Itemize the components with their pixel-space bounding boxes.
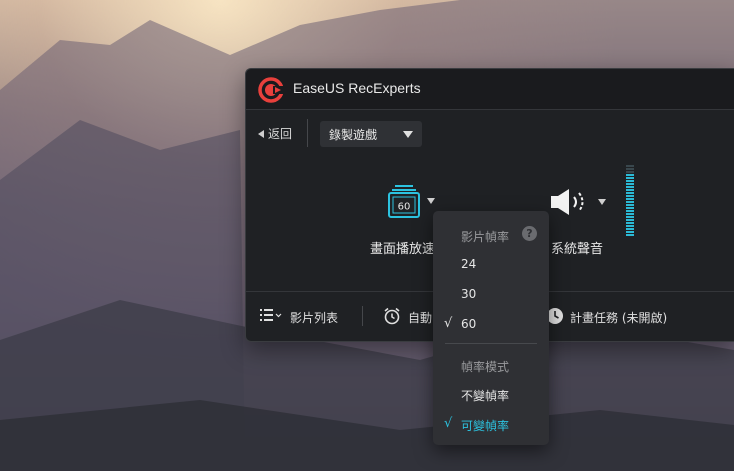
fps-dropdown-menu: 影片幀率 ? 24 30 √ 60 幀率模式 不變幀率 √ 可變幀率 [433, 211, 549, 445]
divider [307, 119, 308, 147]
fps-option-label: 24 [461, 257, 477, 271]
app-title: EaseUS RecExperts [293, 80, 421, 96]
system-audio-label: 系統聲音 [551, 242, 604, 257]
fps-dropdown-caret-icon[interactable] [427, 198, 435, 204]
fps-label: 畫面播放速 [370, 242, 436, 257]
list-icon [260, 309, 282, 321]
video-list-button[interactable] [260, 308, 282, 322]
check-icon: √ [444, 416, 453, 431]
divider [362, 306, 363, 326]
volume-meter [626, 165, 634, 237]
audio-dropdown-caret-icon[interactable] [598, 199, 606, 205]
volume-meter-segment [626, 228, 634, 230]
menu-divider [445, 343, 537, 344]
fps-option-label: 60 [461, 317, 477, 331]
volume-meter-segment [626, 168, 634, 170]
volume-meter-segment [626, 213, 634, 215]
volume-meter-segment [626, 219, 634, 221]
volume-meter-segment [626, 171, 634, 173]
volume-meter-segment [626, 198, 634, 200]
volume-meter-segment [626, 174, 634, 176]
fps-option-label: 30 [461, 287, 477, 301]
speaker-icon[interactable] [549, 187, 595, 217]
volume-meter-segment [626, 195, 634, 197]
fps-mode-constant[interactable]: 不變幀率 [433, 382, 549, 408]
record-mode-select[interactable]: 錄製遊戲 [320, 121, 422, 147]
volume-meter-segment [626, 207, 634, 209]
fps-option-60[interactable]: √ 60 [433, 312, 549, 338]
dropdown-caret-icon [403, 131, 413, 138]
back-button[interactable]: 返回 [258, 125, 292, 142]
auto-label[interactable]: 自動 [408, 309, 432, 326]
back-arrow-icon [258, 129, 264, 138]
fps-mode-label: 可變幀率 [461, 419, 510, 433]
fps-option-30[interactable]: 30 [433, 282, 549, 308]
schedule-label[interactable]: 計畫任務 (未開啟) [570, 309, 667, 326]
volume-meter-segment [626, 192, 634, 194]
fps-mode-header: 幀率模式 [461, 360, 510, 374]
fps-mode-variable[interactable]: √ 可變幀率 [433, 412, 549, 438]
volume-meter-segment [626, 204, 634, 206]
volume-meter-segment [626, 177, 634, 179]
volume-meter-segment [626, 210, 634, 212]
volume-meter-segment [626, 186, 634, 188]
help-icon[interactable]: ? [522, 226, 537, 241]
check-icon: √ [444, 316, 453, 331]
volume-meter-segment [626, 189, 634, 191]
volume-meter-segment [626, 183, 634, 185]
volume-meter-segment [626, 201, 634, 203]
title-bar: EaseUS RecExperts [246, 69, 734, 110]
volume-meter-segment [626, 165, 634, 167]
fps-monitor-icon[interactable]: 60 [388, 185, 420, 219]
volume-meter-segment [626, 222, 634, 224]
volume-meter-segment [626, 180, 634, 182]
volume-meter-segment [626, 225, 634, 227]
volume-meter-segment [626, 234, 634, 236]
video-list-label[interactable]: 影片列表 [290, 309, 338, 326]
record-mode-value: 錄製遊戲 [329, 127, 378, 142]
easeus-logo-icon [258, 77, 284, 103]
fps-mode-label: 不變幀率 [461, 389, 510, 403]
fps-option-24[interactable]: 24 [433, 252, 549, 278]
back-label: 返回 [268, 127, 293, 141]
volume-meter-segment [626, 231, 634, 233]
fps-value: 60 [398, 202, 411, 213]
alarm-clock-icon[interactable] [383, 307, 401, 325]
fps-menu-header: 影片幀率 [461, 230, 510, 244]
volume-meter-segment [626, 216, 634, 218]
